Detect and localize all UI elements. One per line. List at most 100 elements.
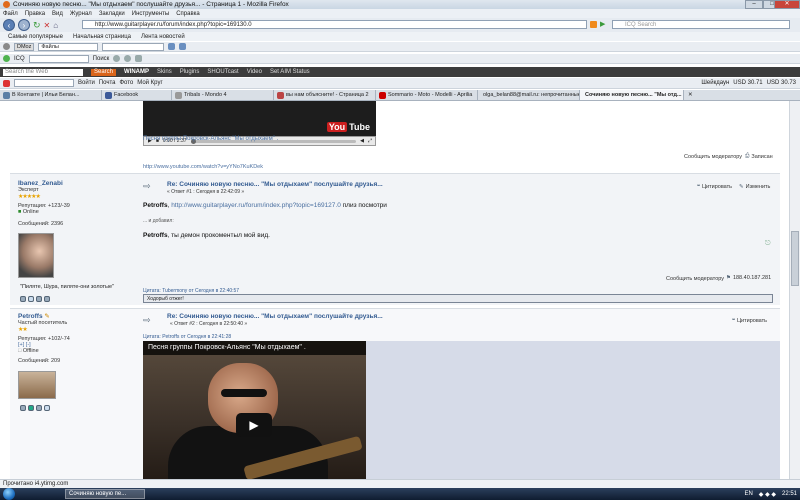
post-1-messages: Сообщений: 2396 <box>18 221 64 227</box>
post-1-username[interactable]: Ibanez_Zenabi <box>18 180 134 187</box>
youtube-video-player[interactable]: You Tube <box>143 101 376 136</box>
zoom-out-icon[interactable] <box>124 55 132 62</box>
post-2-avatar[interactable] <box>18 371 56 399</box>
pm-icon[interactable] <box>36 405 42 411</box>
web-search-button[interactable]: Search <box>91 68 117 76</box>
web-search-input[interactable]: Search the Web <box>3 68 83 76</box>
toolbar-input[interactable] <box>102 42 165 51</box>
post-2-quote-button[interactable]: ❝ Цитировать <box>732 318 767 324</box>
fullscreen-icon[interactable]: ⤢ <box>368 138 372 144</box>
menu-view[interactable]: Вид <box>52 11 63 17</box>
files-dropdown[interactable]: Файлы <box>38 42 99 51</box>
icq-search-input[interactable] <box>28 54 89 63</box>
youtube-logo: You Tube <box>326 122 370 132</box>
yandex-icon[interactable] <box>3 79 10 87</box>
reload-icon[interactable]: ↻ <box>33 20 41 31</box>
play-button-icon[interactable]: ▶ <box>236 413 272 437</box>
usd-rate-2: USD 30.73 <box>766 80 796 86</box>
tab-mail[interactable]: olga_belan88@mail.ru: непрочитанные <box>478 90 580 100</box>
icq-search-button[interactable]: Поиск <box>93 56 110 62</box>
menu-file[interactable]: Файл <box>3 11 18 17</box>
profile-icon[interactable] <box>20 405 26 411</box>
go-icon[interactable]: ▶ <box>600 20 605 28</box>
post-2-quote-header: Цитата: Petroffs от Сегодня в 22:41:28 <box>143 334 232 340</box>
rss-icon[interactable] <box>590 21 597 28</box>
taskbar-firefox-item[interactable]: Сочиняю новую пе... <box>65 489 145 499</box>
start-button[interactable] <box>3 488 15 500</box>
yandex-login[interactable]: Войти <box>78 80 95 86</box>
gear-icon[interactable] <box>3 43 10 50</box>
post-1-edit-button[interactable]: ✎ Изменить <box>739 184 770 190</box>
post-2-video-title[interactable]: Песня группы Покровск-Альянс "Мы отдыхае… <box>143 341 366 355</box>
volume-icon[interactable]: ◀ <box>360 138 364 144</box>
menu-edit[interactable]: Правка <box>25 11 45 17</box>
dmoz-button[interactable]: DMoz <box>14 42 35 51</box>
post-1-quote-button[interactable]: ❝ Цитировать <box>697 184 732 190</box>
post-1-topic-link[interactable]: http://www.guitarplayer.ru/forum/index.p… <box>171 202 341 209</box>
home-icon[interactable]: ⌂ <box>53 21 58 30</box>
post-2-title[interactable]: Re: Сочиняю новую песню... "Мы отдыхаем"… <box>167 313 383 320</box>
bookmark-start-page[interactable]: Начальная страница <box>73 34 131 40</box>
post-1-avatar[interactable] <box>18 233 54 278</box>
tab-vkontakte[interactable]: В Контакте | Ильи Белан... <box>0 90 102 100</box>
post-2-youtube-player[interactable]: Песня группы Покровск-Альянс "Мы отдыхае… <box>143 341 366 479</box>
zoom-in-icon[interactable] <box>113 55 121 62</box>
post-1-modify-icon[interactable]: ⎋ <box>765 240 771 248</box>
icq-label[interactable]: ICQ <box>14 56 25 62</box>
toolbar-icon-b[interactable] <box>179 43 187 50</box>
menu-help[interactable]: Справка <box>176 11 200 17</box>
page-scrollbar[interactable] <box>789 101 800 479</box>
menu-bookmarks[interactable]: Закладки <box>99 11 125 17</box>
email-icon[interactable] <box>44 405 50 411</box>
scrollbar-thumb[interactable] <box>791 231 799 286</box>
yandex-search-input[interactable] <box>14 79 74 87</box>
menu-tools[interactable]: Инструменты <box>132 11 169 17</box>
minimize-button[interactable]: – <box>745 0 763 9</box>
close-button[interactable]: ✕ <box>774 0 800 9</box>
url-input[interactable]: http://www.guitarplayer.ru/forum/index.p… <box>82 20 587 29</box>
email-icon[interactable] <box>28 296 34 302</box>
report-moderator-link[interactable]: Сообщить модератору <box>684 154 742 160</box>
winamp-logo[interactable]: WINAMP <box>124 69 149 75</box>
search-input[interactable]: ICQ Search <box>612 20 790 29</box>
post-1-ip[interactable]: ⚑ 188.40.187.281 <box>726 275 771 281</box>
toolbar-icon-c[interactable] <box>135 55 143 62</box>
tab-explain[interactable]: вы нам объясните! - Страница 2 <box>274 90 376 100</box>
toolbar-icon-a[interactable] <box>168 43 176 50</box>
gender-icon: ✎ <box>44 313 50 320</box>
pm-icon[interactable] <box>36 296 42 302</box>
save-link[interactable]: ⎙ Записан <box>745 153 773 160</box>
winamp-shoutcast[interactable]: SHOUTcast <box>207 69 238 75</box>
stop-icon[interactable]: ✕ <box>44 21 51 30</box>
tab-facebook[interactable]: Facebook <box>102 90 172 100</box>
icq-flower-icon[interactable] <box>3 55 10 62</box>
post-2-username[interactable]: Petroffs ✎ <box>18 312 134 320</box>
yandex-mykrug[interactable]: Мой Круг <box>137 80 162 86</box>
winamp-video[interactable]: Video <box>247 69 262 75</box>
forward-button[interactable]: › <box>18 19 30 31</box>
bookmark-most-visited[interactable]: Самые популярные <box>8 34 63 40</box>
winamp-aim[interactable]: Set AIM Status <box>270 69 310 75</box>
profile-icon[interactable] <box>20 296 26 302</box>
site-icon[interactable] <box>28 405 34 411</box>
bookmark-news-feed[interactable]: Лента новостей <box>141 34 185 40</box>
menu-history[interactable]: Журнал <box>70 11 92 17</box>
language-indicator[interactable]: EN <box>744 491 752 497</box>
edit-icon: ✎ <box>739 184 744 190</box>
yandex-photo[interactable]: Фото <box>119 80 133 86</box>
winamp-skins[interactable]: Skins <box>157 69 172 75</box>
youtube-link[interactable]: http://www.youtube.com/watch?v=yYNo7KuKD… <box>143 164 263 170</box>
yandex-weather[interactable]: Шейкдаун <box>701 80 729 86</box>
post-1-title[interactable]: Re: Сочиняю новую песню... "Мы отдыхаем"… <box>167 181 383 188</box>
tab-tribals[interactable]: Tribals - Mondo 4 <box>172 90 274 100</box>
site-icon[interactable] <box>44 296 50 302</box>
tab-current-topic[interactable]: Сочиняю новую песню... "Мы отд... <box>580 90 684 100</box>
tab-aprilia[interactable]: Sommario - Moto - Modelli - Aprilia <box>376 90 478 100</box>
tray-icons[interactable]: ◆ ◆ ◆ <box>759 491 776 498</box>
post-1-report-link[interactable]: Сообщить модератору <box>666 276 724 282</box>
winamp-plugins[interactable]: Plugins <box>180 69 200 75</box>
tab-close-icon[interactable]: ✕ <box>688 92 693 98</box>
yandex-mail[interactable]: Почта <box>99 80 116 86</box>
clock[interactable]: 22:51 <box>782 491 797 497</box>
back-button[interactable]: ‹ <box>3 19 15 31</box>
